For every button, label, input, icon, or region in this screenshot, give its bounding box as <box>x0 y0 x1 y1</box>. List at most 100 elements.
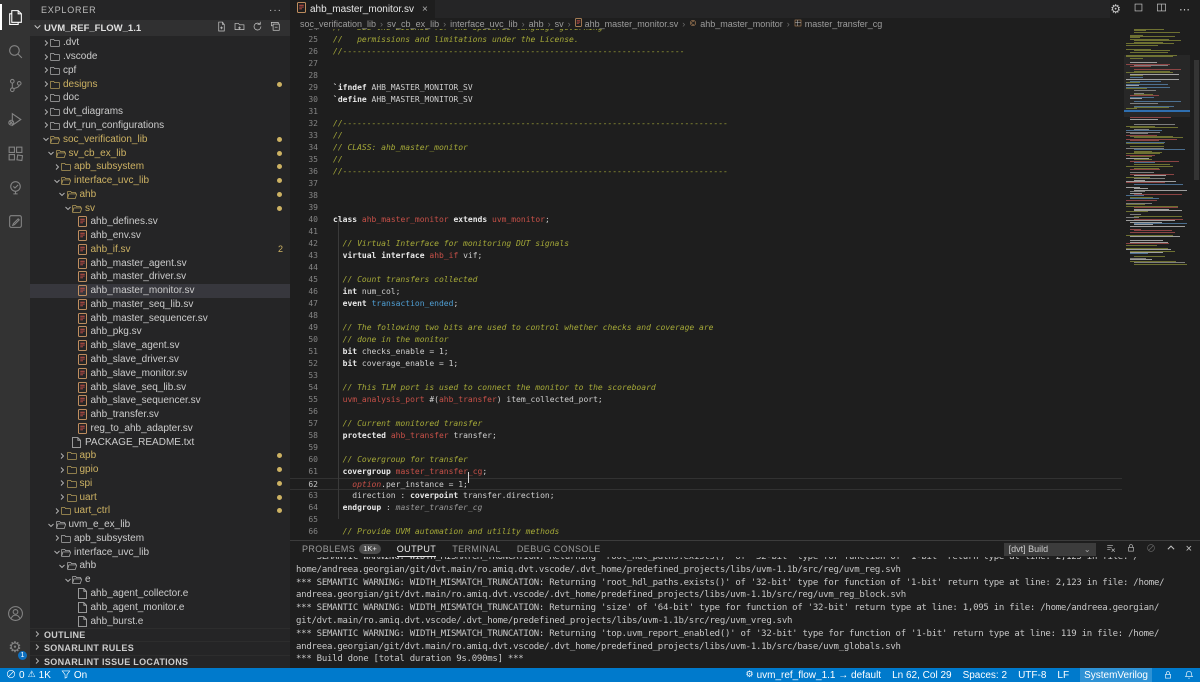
tree-folder-interface_uvc_lib[interactable]: interface_uvc_lib <box>30 545 290 559</box>
breadcrumb-item[interactable]: ahb_master_monitor <box>689 19 783 29</box>
tree-folder-doc[interactable]: doc <box>30 91 290 105</box>
breadcrumb-item[interactable]: master_transfer_cg <box>794 19 883 29</box>
language-mode[interactable]: SystemVerilog <box>1080 668 1152 682</box>
run-settings-icon[interactable]: ⚙ <box>1110 2 1121 16</box>
breadcrumb-item[interactable]: sv_cb_ex_lib <box>387 19 439 29</box>
tree-file-ahb_master_sequencer.sv[interactable]: ahb_master_sequencer.sv <box>30 311 290 325</box>
clear-output-icon[interactable] <box>1106 540 1116 558</box>
tree-file-ahb_transfer.sv[interactable]: ahb_transfer.sv <box>30 408 290 422</box>
breadcrumb-item[interactable]: interface_uvc_lib <box>450 19 518 29</box>
explorer-more-actions[interactable]: ··· <box>269 5 282 16</box>
tree-file-ahb_master_driver.sv[interactable]: ahb_master_driver.sv <box>30 270 290 284</box>
tree-folder-ahb[interactable]: ahb <box>30 559 290 573</box>
tree-folder-ahb[interactable]: ahb <box>30 187 290 201</box>
tree-folder-dvt_diagrams[interactable]: dvt_diagrams <box>30 105 290 119</box>
indentation-status[interactable]: Spaces: 2 <box>963 670 1007 681</box>
tree-file-ahb_agent_monitor.e[interactable]: ahb_agent_monitor.e <box>30 600 290 614</box>
tree-file-ahb_pkg.sv[interactable]: ahb_pkg.sv <box>30 325 290 339</box>
tree-file-ahb_agent_collector.e[interactable]: ahb_agent_collector.e <box>30 587 290 601</box>
maximize-panel-icon[interactable] <box>1166 540 1176 558</box>
section-sonarlint-issue-locations[interactable]: SONARLINT ISSUE LOCATIONS <box>30 655 290 669</box>
tree-file-ahb_master_seq_lib.sv[interactable]: ahb_master_seq_lib.sv <box>30 298 290 312</box>
tab-ahb-master-monitor[interactable]: ahb_master_monitor.sv × <box>290 0 435 18</box>
panel-tab-problems[interactable]: PROBLEMS1K+ <box>302 541 381 557</box>
encoding-status[interactable]: UTF-8 <box>1018 670 1046 681</box>
breadcrumb-item[interactable]: soc_verification_lib <box>300 19 376 29</box>
tree-folder-sv[interactable]: sv <box>30 201 290 215</box>
tree-file-ahb_master_agent.sv[interactable]: ahb_master_agent.sv <box>30 256 290 270</box>
tree-file-reg_to_ahb_adapter.sv[interactable]: reg_to_ahb_adapter.sv <box>30 421 290 435</box>
tree-file-ahb_master_monitor.sv[interactable]: ahb_master_monitor.sv <box>30 284 290 298</box>
tree-file-ahb_slave_seq_lib.sv[interactable]: ahb_slave_seq_lib.sv <box>30 380 290 394</box>
tree-folder-apb_subsystem[interactable]: apb_subsystem <box>30 532 290 546</box>
tree-folder-uart[interactable]: uart <box>30 490 290 504</box>
section-sonarlint-rules[interactable]: SONARLINT RULES <box>30 641 290 655</box>
tree-folder-apb[interactable]: apb <box>30 449 290 463</box>
tree-folder-dvt_run_configurations[interactable]: dvt_run_configurations <box>30 119 290 133</box>
lock-icon[interactable] <box>1163 670 1173 680</box>
tree-folder-sv_cb_ex_lib[interactable]: sv_cb_ex_lib <box>30 146 290 160</box>
code-editor[interactable]: 24// See the License for the specific la… <box>290 29 1122 540</box>
eol-status[interactable]: LF <box>1057 670 1069 681</box>
close-panel-icon[interactable]: × <box>1186 543 1192 555</box>
tree-file-ahb_defines.sv[interactable]: ahb_defines.sv <box>30 215 290 229</box>
tree-folder-soc_verification_lib[interactable]: soc_verification_lib <box>30 132 290 146</box>
more-actions-icon[interactable]: ⋯ <box>1179 3 1190 16</box>
tree-file-ahb_slave_agent.sv[interactable]: ahb_slave_agent.sv <box>30 339 290 353</box>
explorer-icon[interactable] <box>0 0 30 34</box>
tree-folder-.dvt[interactable]: .dvt <box>30 36 290 50</box>
breadcrumb[interactable]: soc_verification_lib›sv_cb_ex_lib›interf… <box>290 18 1200 29</box>
tree-file-ahb_slave_monitor.sv[interactable]: ahb_slave_monitor.sv <box>30 366 290 380</box>
tree-file-ahb_env.sv[interactable]: ahb_env.sv <box>30 229 290 243</box>
refresh-icon[interactable] <box>252 21 263 35</box>
search-icon[interactable] <box>0 34 30 68</box>
tree-file-ahb_slave_driver.sv[interactable]: ahb_slave_driver.sv <box>30 353 290 367</box>
panel-tab-terminal[interactable]: TERMINAL <box>452 541 501 557</box>
tree-file-ahb_if.sv[interactable]: ahb_if.sv2 <box>30 242 290 256</box>
dvt-project-status[interactable]: ⚙ uvm_ref_flow_1.1 → default <box>745 670 881 681</box>
cursor-position[interactable]: Ln 62, Col 29 <box>892 670 952 681</box>
lock-scroll-icon[interactable] <box>1126 540 1136 558</box>
tree-folder-designs[interactable]: designs <box>30 77 290 91</box>
breadcrumb-item[interactable]: ahb_master_monitor.sv <box>575 18 679 29</box>
source-control-icon[interactable] <box>0 68 30 102</box>
close-icon[interactable]: × <box>422 4 428 15</box>
split-editor-icon[interactable] <box>1156 2 1167 16</box>
account-icon[interactable] <box>0 596 30 630</box>
tree-folder-uart_ctrl[interactable]: uart_ctrl <box>30 504 290 518</box>
breadcrumb-item[interactable]: ahb <box>529 19 544 29</box>
collapse-all-icon[interactable] <box>270 21 281 35</box>
new-file-icon[interactable] <box>216 21 227 35</box>
tree-folder-apb_subsystem[interactable]: apb_subsystem <box>30 160 290 174</box>
bell-icon[interactable] <box>1184 670 1194 680</box>
breadcrumb-item[interactable]: sv <box>555 19 564 29</box>
section-outline[interactable]: OUTLINE <box>30 628 290 642</box>
pin-icon[interactable] <box>1146 540 1156 558</box>
notebook-edit-icon[interactable] <box>0 204 30 238</box>
gear-icon[interactable]: ⚙ 1 <box>0 630 30 664</box>
panel-tab-debug-console[interactable]: DEBUG CONSOLE <box>517 541 601 557</box>
run-debug-icon[interactable] <box>0 102 30 136</box>
open-changes-icon[interactable] <box>1133 2 1144 16</box>
tree-folder-gpio[interactable]: gpio <box>30 463 290 477</box>
output-console[interactable]: *** SEMANTIC WARNING: WIDTH_MISMATCH_TRU… <box>290 557 1200 668</box>
tree-file-ahb_slave_sequencer.sv[interactable]: ahb_slave_sequencer.sv <box>30 394 290 408</box>
output-channel-select[interactable]: [dvt] Build ⌄ <box>1004 543 1096 556</box>
tree-folder-uvm_e_ex_lib[interactable]: uvm_e_ex_lib <box>30 518 290 532</box>
extensions-icon[interactable] <box>0 136 30 170</box>
tree-folder-e[interactable]: e <box>30 573 290 587</box>
tree-folder-cpf[interactable]: cpf <box>30 64 290 78</box>
tree-file-ahb_burst.e[interactable]: ahb_burst.e <box>30 614 290 627</box>
tree-folder-interface_uvc_lib[interactable]: interface_uvc_lib <box>30 174 290 188</box>
problems-status[interactable]: 0 ⚠ 1K <box>6 669 51 682</box>
panel-tab-output[interactable]: OUTPUT <box>397 541 436 557</box>
minimap[interactable] <box>1124 20 1190 540</box>
workspace-section-header[interactable]: UVM_REF_FLOW_1.1 <box>30 20 290 36</box>
tree-folder-.vscode[interactable]: .vscode <box>30 50 290 64</box>
new-folder-icon[interactable] <box>234 21 245 35</box>
tree-file-PACKAGE_README.txt[interactable]: PACKAGE_README.txt <box>30 435 290 449</box>
testing-icon[interactable] <box>0 170 30 204</box>
filter-status[interactable]: On <box>61 669 87 682</box>
tree-folder-spi[interactable]: spi <box>30 477 290 491</box>
editor-scrollbar[interactable] <box>1194 60 1199 180</box>
